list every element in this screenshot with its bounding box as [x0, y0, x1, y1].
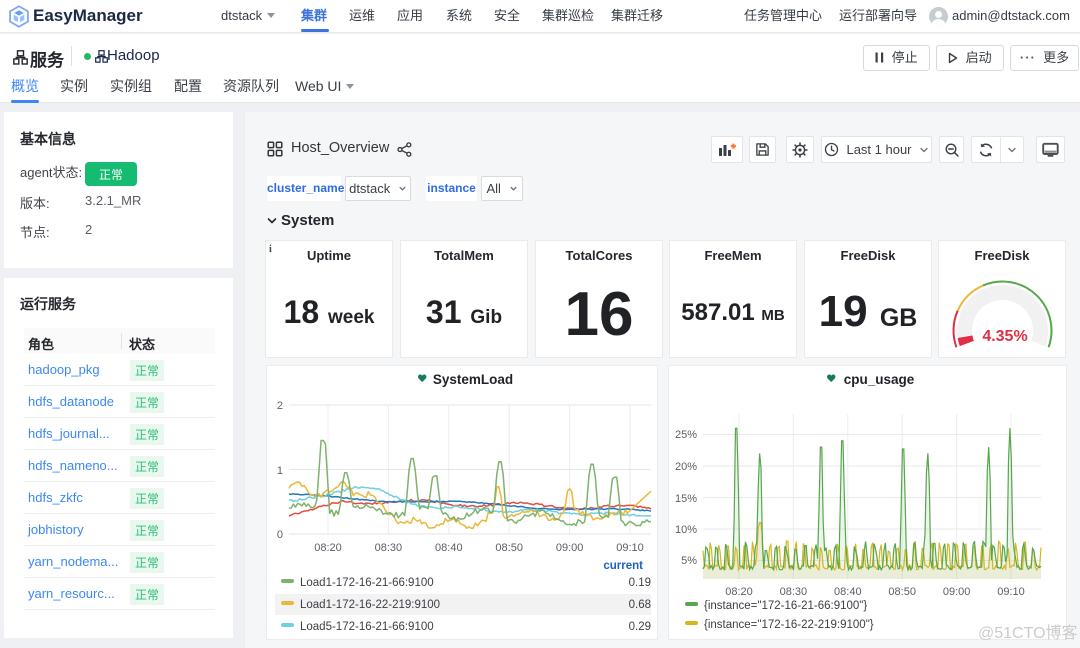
svg-text:09:10: 09:10 — [616, 542, 644, 554]
svg-text:20%: 20% — [675, 461, 697, 473]
svg-text:08:30: 08:30 — [375, 542, 403, 554]
svg-text:15%: 15% — [675, 493, 697, 505]
svg-text:SystemLoad: SystemLoad — [433, 372, 513, 387]
svg-text:10%: 10% — [675, 524, 697, 536]
svg-text:08:40: 08:40 — [435, 542, 463, 554]
svg-text:5%: 5% — [681, 555, 697, 567]
svg-text:09:00: 09:00 — [556, 542, 584, 554]
svg-text:Load1-172-16-21-66:9100: Load1-172-16-21-66:9100 — [300, 577, 434, 589]
svg-text:08:20: 08:20 — [725, 586, 753, 598]
svg-text:25%: 25% — [675, 429, 697, 441]
svg-text:Load5-172-16-21-66:9100: Load5-172-16-21-66:9100 — [300, 621, 434, 633]
svg-text:08:50: 08:50 — [495, 542, 523, 554]
svg-text:08:20: 08:20 — [314, 542, 342, 554]
svg-text:current: current — [603, 560, 643, 572]
svg-text:09:10: 09:10 — [997, 586, 1025, 598]
svg-text:2: 2 — [277, 400, 283, 412]
svg-text:08:30: 08:30 — [780, 586, 808, 598]
svg-text:0: 0 — [277, 529, 283, 541]
svg-text:1: 1 — [277, 465, 283, 477]
svg-text:Load1-172-16-22-219:9100: Load1-172-16-22-219:9100 — [300, 599, 440, 611]
svg-text:0.29: 0.29 — [629, 621, 651, 633]
svg-text:cpu_usage: cpu_usage — [844, 372, 915, 387]
svg-text:0.68: 0.68 — [629, 599, 651, 611]
svg-text:{instance="172-16-21-66:9100"}: {instance="172-16-21-66:9100"} — [704, 600, 867, 612]
svg-text:08:50: 08:50 — [888, 586, 916, 598]
svg-text:08:40: 08:40 — [834, 586, 862, 598]
svg-text:{instance="172-16-22-219:9100": {instance="172-16-22-219:9100"} — [704, 619, 874, 631]
svg-text:0.19: 0.19 — [629, 577, 651, 589]
svg-text:4.35%: 4.35% — [982, 328, 1027, 345]
svg-text:09:00: 09:00 — [943, 586, 971, 598]
